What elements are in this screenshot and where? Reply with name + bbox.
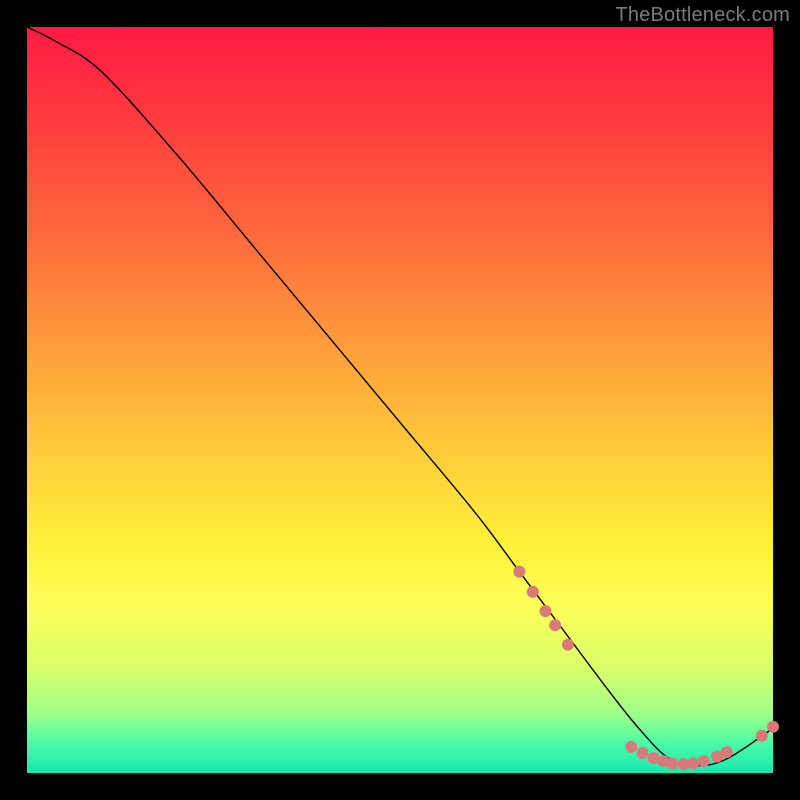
chart-marker xyxy=(687,757,699,769)
chart-svg xyxy=(27,27,773,773)
chart-marker xyxy=(549,619,561,631)
chart-marker xyxy=(539,605,551,617)
chart-curve xyxy=(27,27,773,766)
plot-area xyxy=(27,27,773,773)
chart-marker xyxy=(562,639,574,651)
chart-marker xyxy=(756,730,768,742)
chart-marker xyxy=(513,566,525,578)
chart-marker xyxy=(698,755,710,767)
chart-stage: TheBottleneck.com xyxy=(0,0,800,800)
chart-marker xyxy=(636,747,648,759)
chart-marker xyxy=(527,586,539,598)
chart-marker xyxy=(721,746,733,758)
chart-marker xyxy=(767,721,779,733)
chart-marker xyxy=(666,757,678,769)
watermark-text: TheBottleneck.com xyxy=(615,4,790,27)
chart-markers xyxy=(513,566,779,770)
chart-marker xyxy=(625,741,637,753)
